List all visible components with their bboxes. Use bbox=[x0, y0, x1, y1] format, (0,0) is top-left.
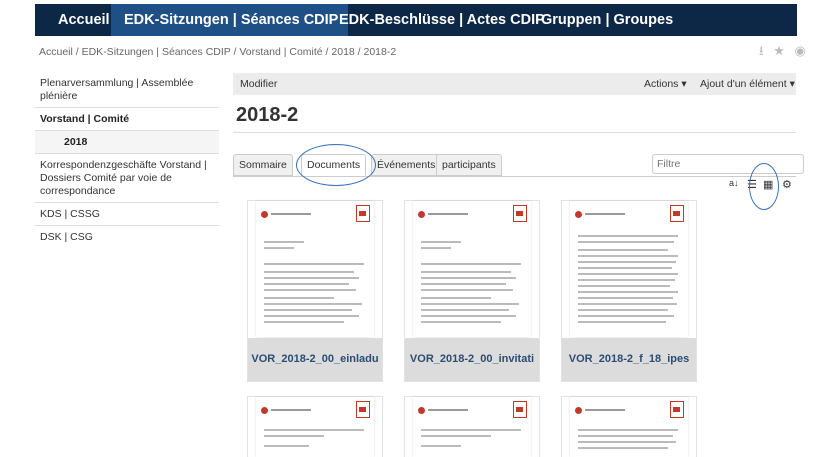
document-thumbnail bbox=[570, 397, 688, 457]
nav-item-seances[interactable]: EDK-Sitzungen | Séances CDIP bbox=[111, 4, 349, 36]
page-title: 2018-2 bbox=[236, 104, 299, 126]
sidebar-item-comite[interactable]: Vorstand | Comité bbox=[35, 108, 219, 131]
logo-icon bbox=[418, 407, 425, 414]
logo-icon bbox=[575, 407, 582, 414]
settings-icon[interactable]: ⚙ bbox=[782, 178, 792, 191]
divider bbox=[233, 132, 796, 133]
highlight-circle-grid bbox=[749, 163, 779, 210]
document-card[interactable] bbox=[247, 396, 383, 457]
nav-item-groupes[interactable]: Gruppen | Groupes bbox=[541, 4, 673, 36]
sidebar-item-dsk[interactable]: DSK | CSG bbox=[35, 226, 219, 248]
sort-icon[interactable]: a↓ bbox=[729, 178, 739, 188]
logo-icon bbox=[418, 211, 425, 218]
sidebar: Plenarversammlung | Assemblée plénière V… bbox=[35, 72, 219, 248]
pdf-icon bbox=[513, 401, 527, 418]
sidebar-item-2018[interactable]: 2018 bbox=[35, 131, 219, 154]
document-thumbnail bbox=[570, 201, 688, 337]
highlight-circle-documents bbox=[296, 144, 376, 186]
pdf-icon bbox=[513, 205, 527, 222]
document-title[interactable]: VOR_2018-2_f_18_ipes bbox=[562, 338, 696, 381]
document-thumbnail bbox=[413, 201, 531, 337]
breadcrumb[interactable]: Accueil / EDK-Sitzungen | Séances CDIP /… bbox=[39, 46, 396, 58]
logo-icon bbox=[575, 211, 582, 218]
document-thumbnail bbox=[256, 397, 374, 457]
page-actions: ⭳ ★ ◉ bbox=[753, 42, 806, 64]
sidebar-item-correspondance[interactable]: Korrespondenzgeschäfte Vorstand | Dossie… bbox=[35, 154, 219, 203]
document-card[interactable] bbox=[561, 396, 697, 457]
logo-icon bbox=[261, 211, 268, 218]
actions-menu[interactable]: Actions ▾ bbox=[644, 78, 687, 90]
top-navigation: Accueil EDK-Sitzungen | Séances CDIP EDK… bbox=[0, 0, 829, 36]
tab-participants[interactable]: participants bbox=[436, 154, 502, 176]
nav-item-accueil[interactable]: Accueil bbox=[58, 4, 110, 36]
document-card[interactable]: VOR_2018-2_00_invitati bbox=[404, 200, 540, 382]
download-icon[interactable]: ⭳ bbox=[759, 43, 764, 58]
document-thumbnail bbox=[256, 201, 374, 337]
pdf-icon bbox=[356, 205, 370, 222]
tab-sommaire[interactable]: Sommaire bbox=[233, 154, 293, 176]
document-title[interactable]: VOR_2018-2_00_einladu bbox=[248, 338, 382, 381]
document-title[interactable]: VOR_2018-2_00_invitati bbox=[405, 338, 539, 381]
sidebar-item-kds[interactable]: KDS | CSSG bbox=[35, 203, 219, 226]
eye-icon[interactable]: ◉ bbox=[794, 43, 805, 58]
document-card[interactable]: VOR_2018-2_f_18_ipes bbox=[561, 200, 697, 382]
logo-icon bbox=[261, 407, 268, 414]
document-card[interactable]: VOR_2018-2_00_einladu bbox=[247, 200, 383, 382]
sidebar-item-assemblee[interactable]: Plenarversammlung | Assemblée plénière bbox=[35, 72, 219, 108]
pdf-icon bbox=[670, 401, 684, 418]
pdf-icon bbox=[670, 205, 684, 222]
add-item-menu[interactable]: Ajout d'un élément ▾ bbox=[700, 78, 795, 90]
star-icon[interactable]: ★ bbox=[773, 43, 785, 58]
pdf-icon bbox=[356, 401, 370, 418]
document-card[interactable] bbox=[404, 396, 540, 457]
edit-toolbar: Modifier Actions ▾ Ajout d'un élément ▾ bbox=[233, 73, 796, 95]
filter-input[interactable] bbox=[652, 154, 804, 174]
nav-item-actes[interactable]: EDK-Beschlüsse | Actes CDIP bbox=[339, 4, 545, 36]
tab-evenements[interactable]: Événements bbox=[371, 154, 442, 176]
modify-button[interactable]: Modifier bbox=[240, 78, 277, 90]
document-thumbnail bbox=[413, 397, 531, 457]
